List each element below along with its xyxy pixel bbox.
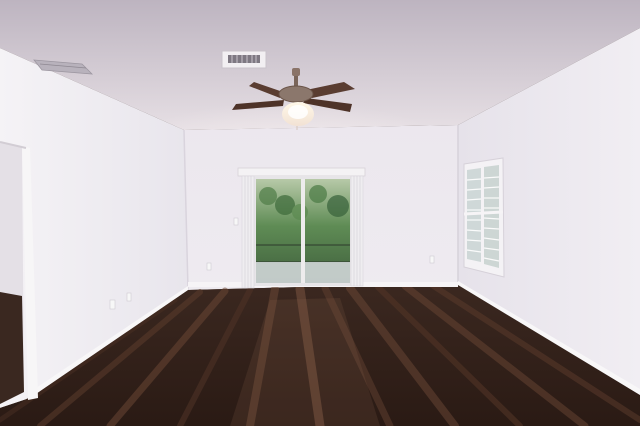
fan-mount: [292, 68, 300, 76]
outlet-back-wall-1: [206, 262, 212, 271]
outlet-left-wall-2: [126, 292, 132, 302]
shutter-divider: [463, 210, 504, 216]
fan-motor-housing: [278, 85, 314, 103]
window: [463, 157, 505, 278]
shutter-right: [484, 165, 499, 268]
sliding-glass-door: [237, 167, 366, 289]
air-vent-ceiling: [221, 50, 267, 69]
outlet-left-wall-1: [109, 299, 116, 310]
doorway-floor: [0, 292, 24, 404]
outlet-back-wall-2: [429, 255, 435, 264]
room-photo: [0, 0, 640, 426]
light-switch: [233, 217, 239, 226]
door-mullion: [301, 179, 305, 283]
room-illustration: [0, 0, 640, 426]
light-glare: [288, 105, 308, 119]
fan-downrod: [294, 76, 298, 86]
blind-headrail: [237, 167, 366, 177]
